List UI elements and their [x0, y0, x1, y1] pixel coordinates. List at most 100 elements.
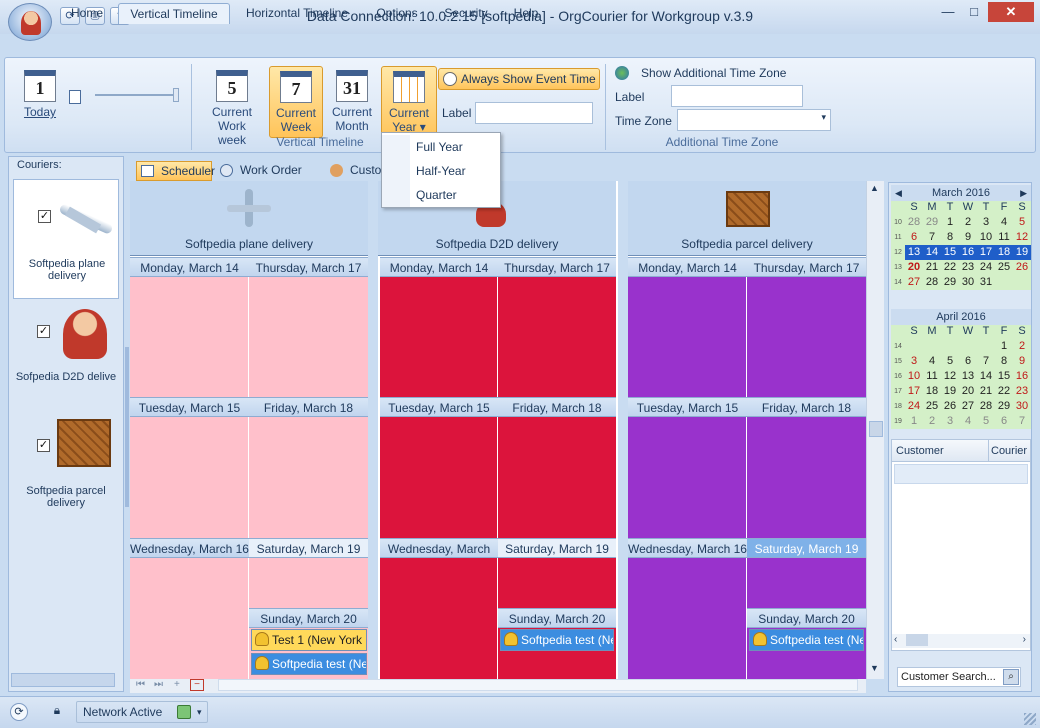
- customer-search-input[interactable]: Customer Search... ⌕: [897, 667, 1021, 687]
- calendar-day[interactable]: 12: [941, 369, 959, 384]
- calendar-day[interactable]: 3: [977, 215, 995, 230]
- resize-grip-icon[interactable]: [1024, 713, 1036, 725]
- tab-scheduler[interactable]: Scheduler: [136, 161, 215, 181]
- courier-checkbox[interactable]: ✓: [37, 325, 50, 338]
- courier-item-plane[interactable]: ✓ Softpedia plane delivery: [13, 179, 119, 299]
- calendar-day[interactable]: 9: [959, 230, 977, 245]
- calendar-day[interactable]: 19: [941, 384, 959, 399]
- calendar-day[interactable]: 22: [941, 260, 959, 275]
- current-work-week-button[interactable]: 5 Current Work week: [203, 66, 261, 147]
- calendar-day[interactable]: 3: [905, 354, 923, 369]
- calendar-day[interactable]: 6: [995, 414, 1013, 429]
- day-cell[interactable]: [498, 558, 616, 608]
- day-header[interactable]: Tuesday, March 15: [380, 397, 498, 417]
- show-additional-time-zone-toggle[interactable]: Show Additional Time Zone: [641, 66, 786, 80]
- calendar-day[interactable]: 2: [1013, 339, 1031, 354]
- scheduler-vertical-scrollbar[interactable]: ▲ ▼: [866, 181, 884, 679]
- couriers-vertical-scrollbar[interactable]: [125, 347, 129, 507]
- calendar-day[interactable]: [1013, 275, 1031, 290]
- calendar-day[interactable]: 28: [905, 215, 923, 230]
- binoculars-icon[interactable]: ⌕: [1003, 669, 1019, 685]
- calendar-day[interactable]: 29: [923, 215, 941, 230]
- day-cell[interactable]: [747, 558, 866, 608]
- day-cell[interactable]: [628, 417, 746, 538]
- calendar-day[interactable]: 28: [977, 399, 995, 414]
- calendar-day[interactable]: 4: [995, 215, 1013, 230]
- mini-calendar-march[interactable]: ◀ March 2016 ▶ SMTWTFS 10 28 29 1 2 3 4 5 11 6 7 8 9…: [891, 185, 1031, 290]
- grid-new-row[interactable]: [894, 464, 1028, 484]
- calendar-day[interactable]: [923, 339, 941, 354]
- day-cell[interactable]: [130, 277, 248, 397]
- courier-checkbox[interactable]: ✓: [37, 439, 50, 452]
- lock-icon[interactable]: 🔒︎: [48, 703, 66, 721]
- tab-security[interactable]: Security: [434, 3, 498, 24]
- today-button[interactable]: 1 Today: [13, 66, 67, 138]
- calendar-day[interactable]: 14: [977, 369, 995, 384]
- calendar-day[interactable]: 11: [995, 230, 1013, 245]
- day-cell[interactable]: [249, 277, 368, 397]
- calendar-day[interactable]: 3: [941, 414, 959, 429]
- calendar-day[interactable]: 29: [941, 275, 959, 290]
- calendar-day[interactable]: 11: [923, 369, 941, 384]
- tab-work-order-list[interactable]: Work Order List: [216, 161, 322, 195]
- day-header[interactable]: Wednesday, March 16: [380, 538, 498, 576]
- calendar-day[interactable]: 21: [977, 384, 995, 399]
- day-cell[interactable]: [628, 277, 746, 397]
- calendar-day[interactable]: 18: [923, 384, 941, 399]
- next-month-icon[interactable]: ▶: [1020, 185, 1027, 201]
- current-month-button[interactable]: 31 Current Month: [325, 66, 379, 138]
- calendar-day[interactable]: 20: [959, 384, 977, 399]
- menu-item-full-year[interactable]: Full Year: [382, 135, 500, 159]
- calendar-day[interactable]: 4: [959, 414, 977, 429]
- always-show-event-time-toggle[interactable]: Always Show Event Time: [438, 68, 600, 90]
- day-header[interactable]: Wednesday, March 16: [628, 538, 747, 558]
- calendar-day[interactable]: 18: [995, 245, 1013, 260]
- day-header[interactable]: Saturday, March 19: [249, 538, 368, 558]
- grid-horizontal-scrollbar[interactable]: ‹ ›: [892, 634, 1030, 648]
- add-icon[interactable]: +: [174, 679, 180, 690]
- calendar-day[interactable]: 25: [923, 399, 941, 414]
- appointment[interactable]: Softpedia test (New: [251, 653, 367, 675]
- calendar-day[interactable]: 27: [905, 275, 923, 290]
- first-record-icon[interactable]: ⏮: [136, 679, 145, 690]
- tab-help[interactable]: Help: [504, 3, 548, 24]
- calendar-day[interactable]: 7: [923, 230, 941, 245]
- mini-calendar-april[interactable]: April 2016 SMTWTFS 14 1 2 15 3 4 5 6 7 8 9 16 10 11 12…: [891, 309, 1031, 429]
- day-cell[interactable]: [130, 417, 248, 538]
- calendar-day[interactable]: 27: [959, 399, 977, 414]
- maximize-button[interactable]: □: [960, 2, 988, 22]
- day-cell[interactable]: [130, 558, 248, 679]
- calendar-day[interactable]: 7: [1013, 414, 1031, 429]
- day-cell[interactable]: [747, 277, 866, 397]
- prev-month-icon[interactable]: ◀: [895, 185, 902, 201]
- calendar-day[interactable]: 26: [1013, 260, 1031, 275]
- last-record-icon[interactable]: ⏭: [154, 679, 163, 690]
- calendar-day[interactable]: 5: [977, 414, 995, 429]
- calendar-day[interactable]: 17: [977, 245, 995, 260]
- calendar-day[interactable]: 8: [941, 230, 959, 245]
- calendar-day[interactable]: 23: [959, 260, 977, 275]
- remove-icon[interactable]: −: [190, 679, 204, 691]
- day-header[interactable]: Monday, March 14: [380, 257, 498, 277]
- calendar-day[interactable]: 24: [977, 260, 995, 275]
- courier-checkbox[interactable]: ✓: [38, 210, 51, 223]
- tab-home[interactable]: Home: [60, 3, 114, 24]
- calendar-day[interactable]: 1: [905, 414, 923, 429]
- day-header[interactable]: Tuesday, March 15: [130, 397, 249, 417]
- calendar-day[interactable]: [977, 339, 995, 354]
- app-menu-button[interactable]: [8, 3, 52, 41]
- label-input[interactable]: [475, 102, 593, 124]
- calendar-day[interactable]: 16: [959, 245, 977, 260]
- appointment[interactable]: Softpedia test (Ne: [500, 629, 614, 651]
- calendar-day[interactable]: 20: [905, 260, 923, 275]
- close-button[interactable]: ✕: [988, 2, 1034, 22]
- day-cell[interactable]: [380, 277, 497, 397]
- calendar-day[interactable]: 14: [923, 245, 941, 260]
- scroll-down-icon[interactable]: ▼: [870, 663, 879, 673]
- calendar-day[interactable]: 10: [905, 369, 923, 384]
- current-week-button[interactable]: 7 Current Week: [269, 66, 323, 138]
- day-header[interactable]: Wednesday, March 16: [130, 538, 249, 558]
- calendar-day[interactable]: 30: [1013, 399, 1031, 414]
- day-cell[interactable]: [747, 417, 866, 538]
- day-header[interactable]: Sunday, March 20: [498, 608, 616, 628]
